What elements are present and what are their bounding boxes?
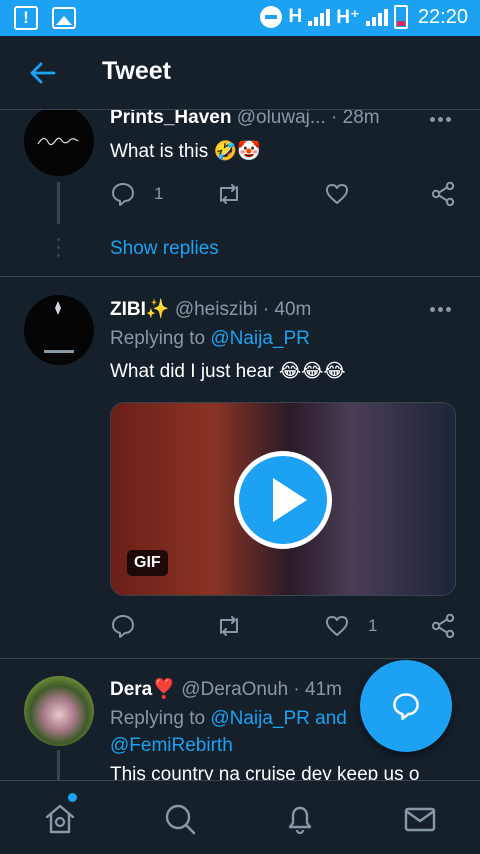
replying-to: Replying to @Naija_PR and	[110, 708, 347, 729]
replying-and: and	[315, 708, 347, 729]
mention-link[interactable]: @Naija_PR	[210, 328, 310, 349]
share-button[interactable]	[430, 181, 456, 207]
author-name[interactable]: ZIBI✨	[110, 299, 170, 320]
retweet-icon	[220, 616, 238, 636]
more-options-button[interactable]	[430, 117, 454, 122]
like-button[interactable]: 1	[324, 613, 377, 639]
mention-link[interactable]: @Naija_PR	[210, 708, 310, 729]
envelope-icon	[404, 807, 436, 832]
status-bar: ! H H⁺ 22:20	[0, 0, 480, 36]
tweet-text: What did I just hear 😂😂😂	[110, 361, 346, 382]
do-not-disturb-icon	[260, 6, 283, 28]
reply-count: 1	[154, 184, 164, 203]
show-replies-link[interactable]: Show replies	[110, 238, 219, 260]
replying-to: Replying to @Naija_PR	[110, 328, 310, 349]
author-handle[interactable]: @oluwaj...	[237, 110, 326, 128]
tweet-divider	[0, 276, 480, 277]
alert-icon: !	[14, 6, 38, 30]
bell-icon	[288, 806, 312, 835]
more-options-button[interactable]	[430, 307, 454, 312]
nav-messages[interactable]	[402, 801, 438, 837]
share-icon	[431, 181, 455, 207]
avatar-dera[interactable]	[24, 676, 94, 746]
heart-icon	[326, 184, 348, 204]
reply-icon	[112, 615, 134, 638]
home-icon	[45, 804, 75, 834]
heart-icon	[326, 616, 348, 636]
gif-media[interactable]: GIF	[110, 402, 456, 596]
like-count: 1	[368, 616, 378, 635]
tweet-time: · 41m	[293, 679, 342, 700]
reply-button[interactable]	[110, 613, 154, 639]
network-type-1: H	[288, 6, 303, 27]
retweet-icon	[220, 184, 238, 204]
retweet-button[interactable]	[215, 613, 261, 639]
signal-icon-1	[308, 8, 331, 26]
page-title: Tweet	[102, 57, 171, 85]
status-time: 22:20	[417, 5, 468, 28]
tweet-text: What is this 🤣🤡	[110, 141, 261, 162]
app-header: Tweet	[0, 36, 480, 110]
zibi-avatar-image	[44, 301, 74, 353]
battery-icon	[393, 5, 408, 29]
tweet-time: · 28m	[331, 110, 380, 128]
like-button[interactable]	[324, 181, 368, 207]
tweet-divider	[0, 658, 480, 659]
thread-line	[57, 750, 60, 780]
bottom-navigation	[0, 780, 480, 854]
reply-fab-button[interactable]	[360, 660, 452, 752]
author-name[interactable]: Prints_Haven	[110, 110, 231, 128]
play-button[interactable]	[234, 451, 332, 549]
avatar-prints-haven[interactable]	[24, 110, 94, 176]
thread-dots	[57, 238, 60, 257]
thread-line	[57, 182, 60, 224]
tweet-actions: 1	[110, 613, 456, 641]
signal-icon-2	[365, 8, 388, 26]
network-type-2: H⁺	[336, 6, 360, 28]
gif-badge: GIF	[127, 550, 168, 576]
reply-compose-icon	[393, 693, 419, 720]
nav-search[interactable]	[162, 801, 198, 837]
nav-home[interactable]	[42, 801, 78, 837]
avatar-zibi[interactable]	[24, 295, 94, 365]
share-button[interactable]	[430, 613, 456, 639]
prints-haven-logo	[37, 137, 79, 146]
gallery-icon	[52, 7, 76, 29]
home-notification-dot	[68, 793, 77, 802]
retweet-button[interactable]	[215, 181, 261, 207]
reply-icon	[112, 183, 134, 206]
back-button[interactable]	[28, 58, 58, 88]
share-icon	[431, 613, 455, 639]
mention-link-2[interactable]: @FemiRebirth	[110, 735, 233, 756]
author-handle[interactable]: @heiszibi	[175, 299, 258, 320]
arrow-left-icon	[30, 62, 56, 84]
tweet-text: This country na cruise dey keep us o	[110, 764, 420, 780]
reply-button[interactable]: 1	[110, 181, 163, 207]
replying-to-2: @FemiRebirth	[110, 735, 233, 757]
tweet-time: · 40m	[262, 299, 312, 320]
author-name[interactable]: Dera❣️	[110, 679, 176, 700]
tweet-actions: 1	[110, 181, 456, 209]
author-handle[interactable]: @DeraOnuh	[181, 679, 288, 700]
nav-notifications[interactable]	[282, 801, 318, 837]
search-icon	[165, 804, 196, 835]
